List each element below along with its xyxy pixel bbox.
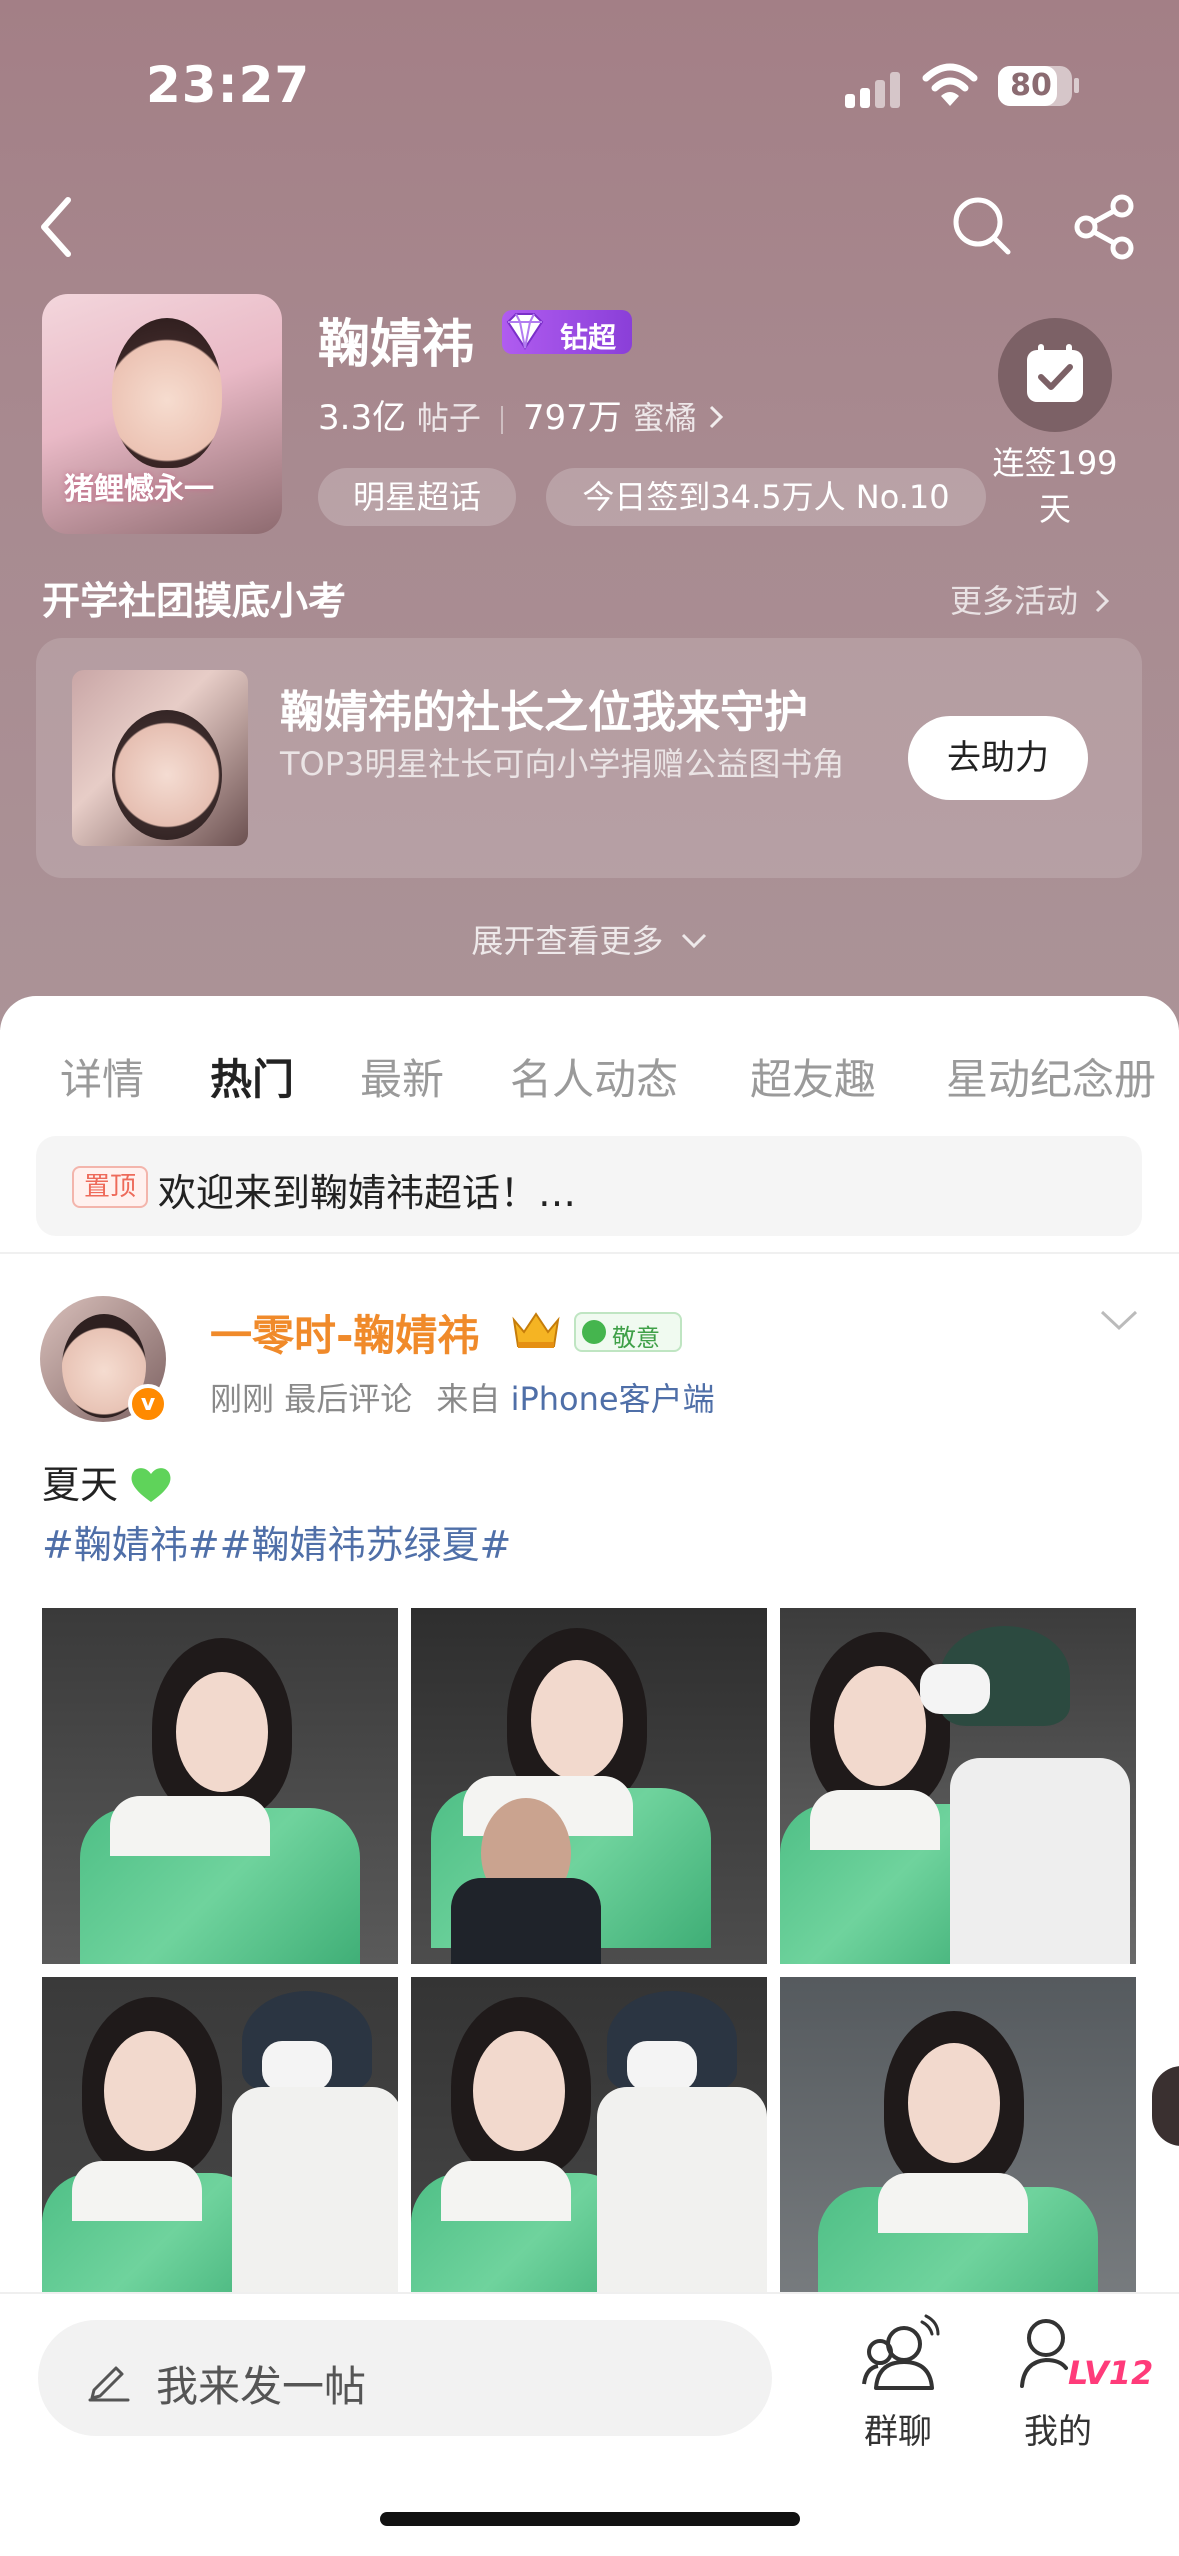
post-body: 夏天 (42, 1463, 119, 1507)
activity-card-subtitle: TOP3明星社长可向小学捐赠公益图书角 (280, 745, 845, 783)
more-activities-link[interactable]: 更多活动 (950, 576, 1110, 622)
expand-more[interactable]: 展开查看更多 (0, 916, 1179, 962)
chevron-down-icon (681, 933, 706, 949)
pinned-tag: 置顶 (72, 1166, 148, 1208)
status-time: 23:27 (146, 56, 311, 114)
tab-latest[interactable]: 最新 (360, 1046, 444, 1107)
chevron-right-icon (710, 405, 724, 429)
crown-icon (512, 1312, 560, 1348)
activity-thumbnail (72, 670, 248, 846)
compose-placeholder: 我来发一帖 (156, 2362, 367, 2411)
group-chat-icon (862, 2314, 940, 2390)
pinned-text: 欢迎来到鞠婧祎超话！… (158, 1171, 577, 1215)
respect-badge-label: 敬意 (612, 1324, 660, 1352)
pencil-icon (88, 2366, 130, 2402)
feed-tabs: 详情 热门 最新 名人动态 超友趣 星动纪念册 (0, 1026, 1179, 1144)
mine-tab[interactable]: LV12 我的 (998, 2312, 1153, 2452)
activity-section-title: 开学社团摸底小考 (42, 579, 347, 623)
share-icon[interactable] (1072, 194, 1138, 260)
respect-badge: 敬意 (574, 1312, 682, 1352)
topic-cover-image[interactable]: 猪鲤憾永一 (42, 294, 282, 534)
post-time: 刚刚 (210, 1380, 275, 1418)
battery-icon: 80 (998, 66, 1072, 106)
verified-icon: v (128, 1384, 168, 1424)
post-text: 夏天 (42, 1454, 172, 1509)
checkin-count-pill[interactable]: 今日签到34.5万人 No.10 (546, 468, 986, 526)
search-icon[interactable] (950, 194, 1014, 258)
post-source[interactable]: iPhone客户端 (511, 1380, 715, 1418)
diamond-icon (506, 313, 544, 350)
mine-label: 我的 (1024, 2412, 1092, 2452)
group-chat-label: 群聊 (864, 2412, 932, 2452)
green-heart-icon (131, 1468, 171, 1502)
pinned-post[interactable]: 置顶 欢迎来到鞠婧祎超话！… (36, 1136, 1142, 1236)
post-photo-2[interactable] (411, 1608, 767, 1964)
support-button[interactable]: 去助力 (908, 716, 1088, 800)
fans-count[interactable]: 797万 (523, 398, 622, 438)
fans-label[interactable]: 蜜橘 (633, 399, 697, 437)
chevron-down-icon[interactable] (1098, 1306, 1140, 1336)
tab-celebrity-updates[interactable]: 名人动态 (510, 1046, 678, 1107)
post-hashtags[interactable]: #鞠婧祎##鞠婧祎苏绿夏# (42, 1514, 511, 1569)
home-indicator (380, 2512, 800, 2526)
tab-details[interactable]: 详情 (60, 1046, 144, 1107)
post-meta: 刚刚 最后评论 来自 iPhone客户端 (210, 1374, 715, 1420)
cover-text: 猪鲤憾永一 (64, 472, 214, 507)
profile-icon (1020, 2319, 1068, 2388)
source-prefix: 来自 (436, 1380, 501, 1418)
more-activities-label: 更多活动 (950, 582, 1079, 620)
compose-post-button[interactable]: 我来发一帖 (38, 2320, 772, 2436)
diamond-badge-label: 钻超 (560, 321, 617, 354)
posts-count: 3.3亿 (318, 398, 407, 438)
cellular-signal-icon (845, 70, 901, 108)
category-pill[interactable]: 明星超话 (318, 468, 516, 526)
post-photo-5[interactable] (411, 1977, 767, 2333)
user-level-badge: LV12 (1068, 2354, 1154, 2392)
back-icon[interactable] (36, 196, 76, 258)
post-photo-6[interactable] (780, 1977, 1136, 2333)
post-photo-4[interactable] (42, 1977, 398, 2333)
expand-more-label: 展开查看更多 (471, 922, 664, 960)
author-name[interactable]: 一零时-鞠婧祎 (210, 1302, 479, 1363)
activity-card[interactable]: 鞠婧祎的社长之位我来守护 TOP3明星社长可向小学捐赠公益图书角 去助力 (36, 638, 1142, 878)
cover-portrait (112, 318, 222, 468)
diamond-super-badge[interactable]: 钻超 (502, 310, 632, 354)
wifi-icon (922, 63, 978, 106)
posts-label: 帖子 (416, 399, 481, 437)
last-comment-label: 最后评论 (284, 1380, 413, 1418)
post-photo-3[interactable] (780, 1608, 1136, 1964)
post-photo-1[interactable] (42, 1608, 398, 1964)
tab-star-album[interactable]: 星动纪念册 (946, 1046, 1156, 1107)
chevron-right-icon (1096, 589, 1110, 613)
battery-level: 80 (1010, 68, 1052, 103)
tab-fan-fun[interactable]: 超友趣 (750, 1046, 876, 1107)
calendar-check-icon (1027, 344, 1083, 402)
checkin-button[interactable] (998, 318, 1112, 432)
respect-icon (582, 1320, 606, 1344)
tab-hot[interactable]: 热门 (210, 1046, 294, 1107)
divider (0, 1252, 1179, 1254)
battery-cap (1074, 78, 1079, 93)
group-chat-tab[interactable]: 群聊 (838, 2312, 958, 2452)
topic-stats: 3.3亿 帖子 797万 蜜橘 (318, 390, 725, 439)
topic-name: 鞠婧祎 (318, 315, 475, 375)
activity-card-title: 鞠婧祎的社长之位我来守护 (280, 687, 808, 738)
checkin-streak: 连签199天 (992, 444, 1118, 528)
